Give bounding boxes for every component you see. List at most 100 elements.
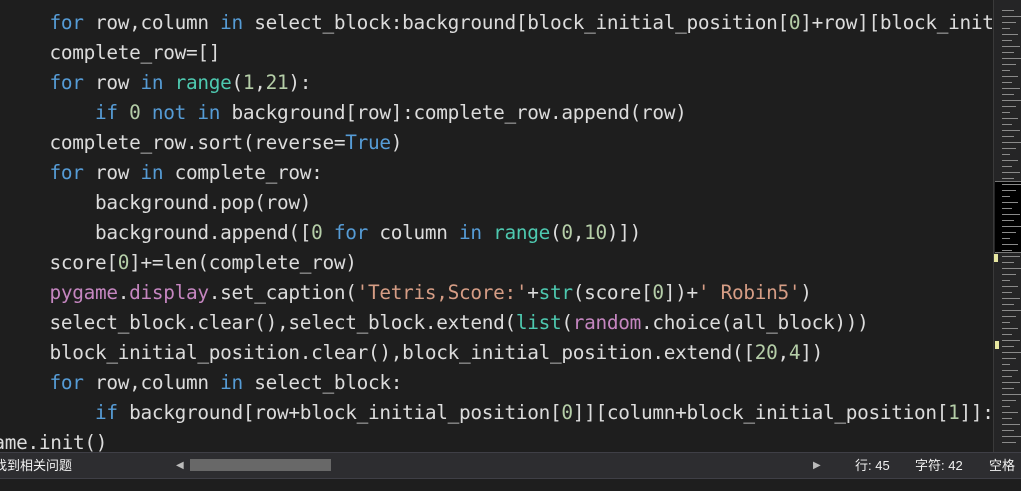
minimap-viewport[interactable]	[995, 181, 1021, 253]
code-token: row,column	[83, 371, 221, 394]
code-token: complete_row.sort(reverse=	[49, 131, 346, 154]
minimap-line	[1002, 130, 1020, 131]
scrollbar-thumb[interactable]	[190, 459, 331, 471]
code-token: pygame	[49, 281, 119, 304]
minimap-line	[1002, 208, 1012, 209]
code-token: block_initial_position.clear(),block_ini…	[49, 341, 756, 364]
code-token: 0	[561, 221, 573, 244]
code-line[interactable]: score[0]+=len(complete_row)	[4, 248, 357, 278]
minimap-line	[1002, 46, 1020, 47]
minimap-line	[1002, 214, 1020, 215]
minimap-line	[1002, 388, 1014, 389]
code-line[interactable]: complete_row.sort(reverse=True)	[4, 128, 403, 158]
code-token: (	[549, 221, 562, 244]
code-token: 0	[561, 401, 573, 424]
minimap-line	[1002, 82, 1012, 83]
minimap-line	[1002, 94, 1014, 95]
minimap-line	[1002, 370, 1018, 371]
minimap-line	[1002, 16, 1021, 17]
code-token: ' Robin5'	[697, 281, 801, 304]
code-token: 10	[584, 221, 607, 244]
code-token: not	[151, 101, 186, 124]
minimap-line	[1002, 64, 1016, 65]
code-token: row	[83, 161, 141, 184]
bottom-strip	[0, 478, 1021, 491]
scroll-left-icon[interactable]: ◀	[176, 453, 184, 478]
code-token: ]][column+block_initial_position[	[572, 401, 949, 424]
code-line[interactable]: for row in range(1,21):	[4, 68, 312, 98]
code-line[interactable]: background.append([0 for column in range…	[4, 218, 641, 248]
code-token: (score[	[572, 281, 653, 304]
code-line[interactable]: select_block.clear(),select_block.extend…	[4, 308, 869, 338]
code-token: in	[197, 101, 221, 124]
code-token: select_block:	[242, 371, 403, 394]
minimap-line	[1002, 184, 1021, 185]
code-token: game.init()	[0, 431, 108, 452]
minimap-line	[1002, 76, 1018, 77]
minimap-line	[1002, 148, 1016, 149]
code-line[interactable]: block_initial_position.clear(),block_ini…	[4, 338, 824, 368]
code-token: row	[83, 71, 141, 94]
code-line[interactable]: if background[row+block_initial_position…	[4, 398, 993, 428]
minimap[interactable]	[993, 0, 1021, 452]
line-indicator[interactable]: 行: 45	[855, 453, 890, 478]
code-token: display	[129, 281, 209, 304]
minimap-line	[1002, 172, 1020, 173]
issues-status[interactable]: 找到相关问题	[0, 453, 72, 478]
minimap-line	[1002, 220, 1014, 221]
minimap-line	[1002, 70, 1010, 71]
code-token: )	[390, 131, 403, 154]
minimap-line	[1002, 100, 1021, 101]
scroll-right-icon[interactable]: ▶	[813, 453, 821, 478]
minimap-line	[1002, 412, 1018, 413]
minimap-line	[1002, 118, 1018, 119]
minimap-marker	[994, 254, 998, 262]
minimap-line	[1002, 166, 1012, 167]
minimap-line	[1002, 250, 1012, 251]
minimap-line	[1002, 280, 1010, 281]
horizontal-scrollbar[interactable]	[190, 459, 812, 471]
code-line[interactable]: for row,column in select_block:backgroun…	[4, 8, 994, 38]
minimap-line	[1002, 316, 1016, 317]
code-line[interactable]: game.init()	[0, 428, 107, 452]
code-token: ])+	[663, 281, 698, 304]
minimap-line	[1002, 340, 1020, 341]
code-token: )])	[606, 221, 641, 244]
code-token: ]]:	[959, 401, 993, 424]
code-token: for	[49, 161, 84, 184]
code-token: range	[174, 71, 232, 94]
minimap-line	[1002, 430, 1014, 431]
code-line[interactable]: complete_row=[]	[4, 38, 221, 68]
minimap-line	[1002, 28, 1010, 29]
minimap-line	[1002, 244, 1018, 245]
code-token: +	[527, 281, 539, 304]
whitespace-indicator[interactable]: 空格	[989, 453, 1015, 478]
minimap-line	[1002, 178, 1014, 179]
minimap-line	[1002, 136, 1014, 137]
minimap-line	[1002, 88, 1020, 89]
minimap-line	[1002, 364, 1010, 365]
minimap-line	[1002, 40, 1012, 41]
code-line[interactable]: background.pop(row)	[4, 188, 311, 218]
code-token: for	[49, 371, 84, 394]
code-line[interactable]: for row in complete_row:	[4, 158, 323, 188]
code-line[interactable]: pygame.display.set_caption('Tetris,Score…	[4, 278, 812, 308]
code-token: 1	[948, 401, 960, 424]
code-token: 1	[242, 71, 255, 94]
code-token: .	[117, 281, 130, 304]
code-token: ]+=len(complete_row)	[129, 251, 357, 274]
code-editor[interactable]: for row,column in select_block: backgroun…	[0, 0, 993, 452]
code-token: ])	[800, 341, 823, 364]
char-indicator[interactable]: 字符: 42	[915, 453, 963, 478]
minimap-line	[1002, 190, 1016, 191]
minimap-line	[1002, 400, 1016, 401]
code-token: .choice(all_block)))	[640, 311, 869, 334]
code-line[interactable]: for row,column in select_block:	[4, 368, 403, 398]
code-line[interactable]: if 0 not in background[row]:complete_row…	[4, 98, 687, 128]
